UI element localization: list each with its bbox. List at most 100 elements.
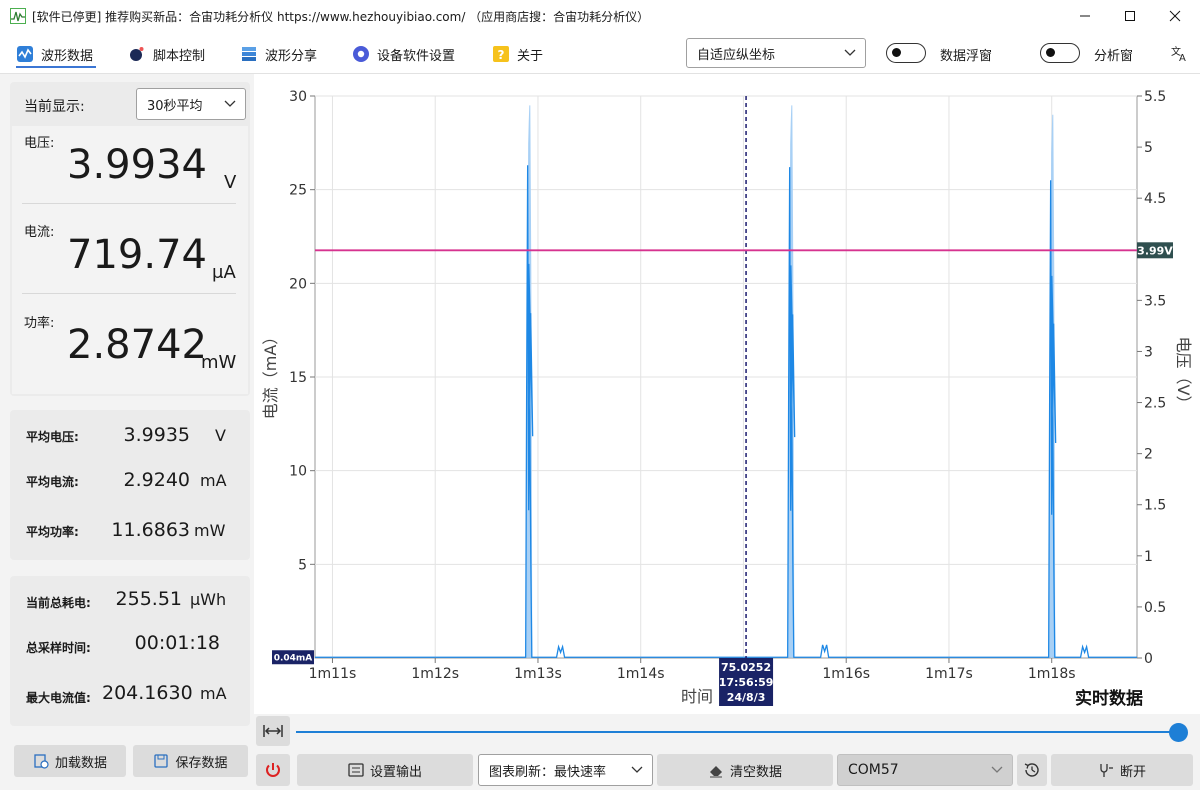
power-label: 功率: — [24, 316, 55, 331]
settings-icon — [352, 45, 370, 63]
sample-time-value: 00:01:18 — [134, 632, 220, 654]
fit-width-button[interactable] — [256, 716, 290, 746]
share-icon — [240, 45, 258, 63]
max-current-label: 最大电流值: — [26, 691, 91, 705]
output-settings-button[interactable]: 设置输出 — [297, 754, 473, 786]
analysis-window-label: 分析窗 — [1094, 49, 1134, 64]
y-right-tick-label: 2 — [1144, 447, 1153, 463]
toggle-knob — [892, 48, 901, 57]
active-tab-indicator — [16, 66, 96, 68]
chart-area: 1m11s1m12s1m13s1m14s1m15s1m16s1m17s1m18s… — [254, 74, 1200, 714]
tab-waveform-data[interactable]: 波形数据 — [16, 44, 93, 64]
translate-button[interactable]: 文A — [1170, 44, 1188, 66]
x-tick-label: 1m13s — [514, 666, 562, 682]
avg-voltage-unit: V — [215, 426, 226, 445]
power-unit: mW — [201, 352, 237, 373]
y-right-tick-label: 5.5 — [1144, 89, 1166, 105]
current-value: 719.74 — [67, 232, 207, 278]
minimize-icon — [1080, 15, 1090, 17]
tab-device-settings-label: 设备软件设置 — [377, 48, 456, 64]
y-right-tick-label: 1.5 — [1144, 498, 1166, 514]
x-tick-label: 1m16s — [822, 666, 870, 682]
voltage-value-tag: 3.99V — [1137, 242, 1173, 259]
sample-time-label: 总采样时间: — [26, 641, 91, 655]
refresh-rate-select[interactable]: 图表刷新：最快速率 — [478, 754, 653, 786]
refresh-ports-button[interactable] — [1017, 754, 1047, 786]
y-left-tick-label: 5 — [298, 557, 307, 573]
app-logo-icon — [10, 8, 26, 24]
help-icon: ? — [492, 45, 510, 63]
power-icon — [266, 763, 280, 777]
load-data-button[interactable]: 加载数据 — [14, 745, 126, 777]
y-axis-right-label: 电压（V） — [1174, 337, 1193, 412]
display-mode-select[interactable]: 30秒平均 — [136, 88, 246, 120]
serial-port-select[interactable]: COM57 — [837, 754, 1013, 786]
tab-about[interactable]: ? 关于 — [492, 44, 543, 64]
disconnect-button[interactable]: 断开 — [1051, 754, 1193, 786]
y-right-tick-label: 5 — [1144, 140, 1153, 156]
y-right-tick-label: 0 — [1144, 651, 1153, 667]
save-data-label: 保存数据 — [175, 755, 228, 771]
close-button[interactable] — [1152, 0, 1198, 32]
axis-mode-select[interactable]: 自适应纵坐标 — [686, 38, 866, 68]
refresh-rate-value: 图表刷新：最快速率 — [489, 764, 607, 780]
output-settings-icon — [348, 762, 364, 778]
menu-bar: 波形数据 脚本控制 波形分享 设备软件设置 ? 关于 自适应纵坐标 数据浮窗 分… — [0, 32, 1200, 74]
save-data-button[interactable]: 保存数据 — [133, 745, 248, 777]
save-icon — [153, 753, 169, 769]
power-button[interactable] — [256, 754, 290, 786]
avg-current-unit: mA — [200, 471, 227, 490]
y-left-tick-label: 20 — [289, 276, 307, 292]
y-axis-left-label: 电流（mA） — [261, 329, 280, 420]
maximize-button[interactable] — [1107, 0, 1153, 32]
divider — [22, 293, 236, 294]
time-slider-track[interactable] — [296, 731, 1176, 733]
y-left-tick-label: 15 — [289, 370, 307, 386]
clear-data-label: 清空数据 — [729, 764, 782, 780]
cursor-time-seconds: 75.0252 — [721, 661, 771, 674]
script-icon — [128, 45, 146, 63]
y-right-tick-label: 3.5 — [1144, 293, 1166, 309]
waveform-icon — [16, 45, 34, 63]
display-mode-value: 30秒平均 — [147, 98, 203, 114]
y-right-tick-label: 1 — [1144, 549, 1153, 565]
cursor-date: 24/8/3 — [727, 691, 766, 704]
output-settings-label: 设置输出 — [369, 764, 422, 780]
chevron-down-icon — [991, 766, 1003, 773]
y-right-tick-label: 0.5 — [1144, 600, 1166, 616]
total-energy-label: 当前总耗电: — [26, 596, 91, 610]
plug-icon — [1098, 762, 1114, 778]
float-window-toggle[interactable] — [886, 43, 926, 63]
power-value: 2.8742 — [67, 322, 207, 368]
current-unit: μA — [212, 262, 236, 283]
avg-voltage-value: 3.9935 — [123, 424, 190, 446]
averages-panel: 平均电压: 3.9935 V 平均电流: 2.9240 mA 平均功率: 11.… — [10, 410, 250, 560]
y-left-tick-label: 30 — [289, 89, 307, 105]
tab-about-label: 关于 — [517, 48, 544, 64]
waveform-chart[interactable]: 1m11s1m12s1m13s1m14s1m15s1m16s1m17s1m18s… — [254, 74, 1200, 714]
x-tick-label: 1m12s — [411, 666, 459, 682]
tab-script-control[interactable]: 脚本控制 — [128, 44, 205, 64]
y-left-tick-label: 25 — [289, 183, 307, 199]
avg-current-label: 平均电流: — [26, 475, 79, 489]
time-slider-thumb[interactable] — [1169, 723, 1188, 742]
axis-mode-value: 自适应纵坐标 — [697, 47, 776, 63]
avg-power-unit: mW — [194, 521, 226, 540]
y-axis-right-ticks: 00.511.522.533.544.555.5 — [1137, 89, 1166, 667]
serial-port-value: COM57 — [848, 762, 899, 778]
cursor-time-tag: 75.0252 17:56:59 24/8/3 — [719, 658, 773, 706]
voltage-value: 3.9934 — [67, 142, 207, 188]
clear-data-button[interactable]: 清空数据 — [657, 754, 833, 786]
current-values-panel: 当前显示: 30秒平均 电压: 3.9934 V 电流: 719.74 μA 功… — [10, 82, 250, 396]
avg-voltage-label: 平均电压: — [26, 430, 79, 444]
current-label: 电流: — [24, 225, 55, 240]
avg-current-value: 2.9240 — [123, 469, 190, 491]
voltage-unit: V — [224, 172, 237, 193]
tab-waveform-share[interactable]: 波形分享 — [240, 44, 317, 64]
float-window-label: 数据浮窗 — [940, 49, 993, 64]
minimize-button[interactable] — [1062, 0, 1108, 32]
close-icon — [1169, 10, 1181, 22]
analysis-window-toggle[interactable] — [1040, 43, 1080, 63]
tab-device-settings[interactable]: 设备软件设置 — [352, 44, 455, 64]
svg-text:A: A — [1179, 53, 1186, 62]
